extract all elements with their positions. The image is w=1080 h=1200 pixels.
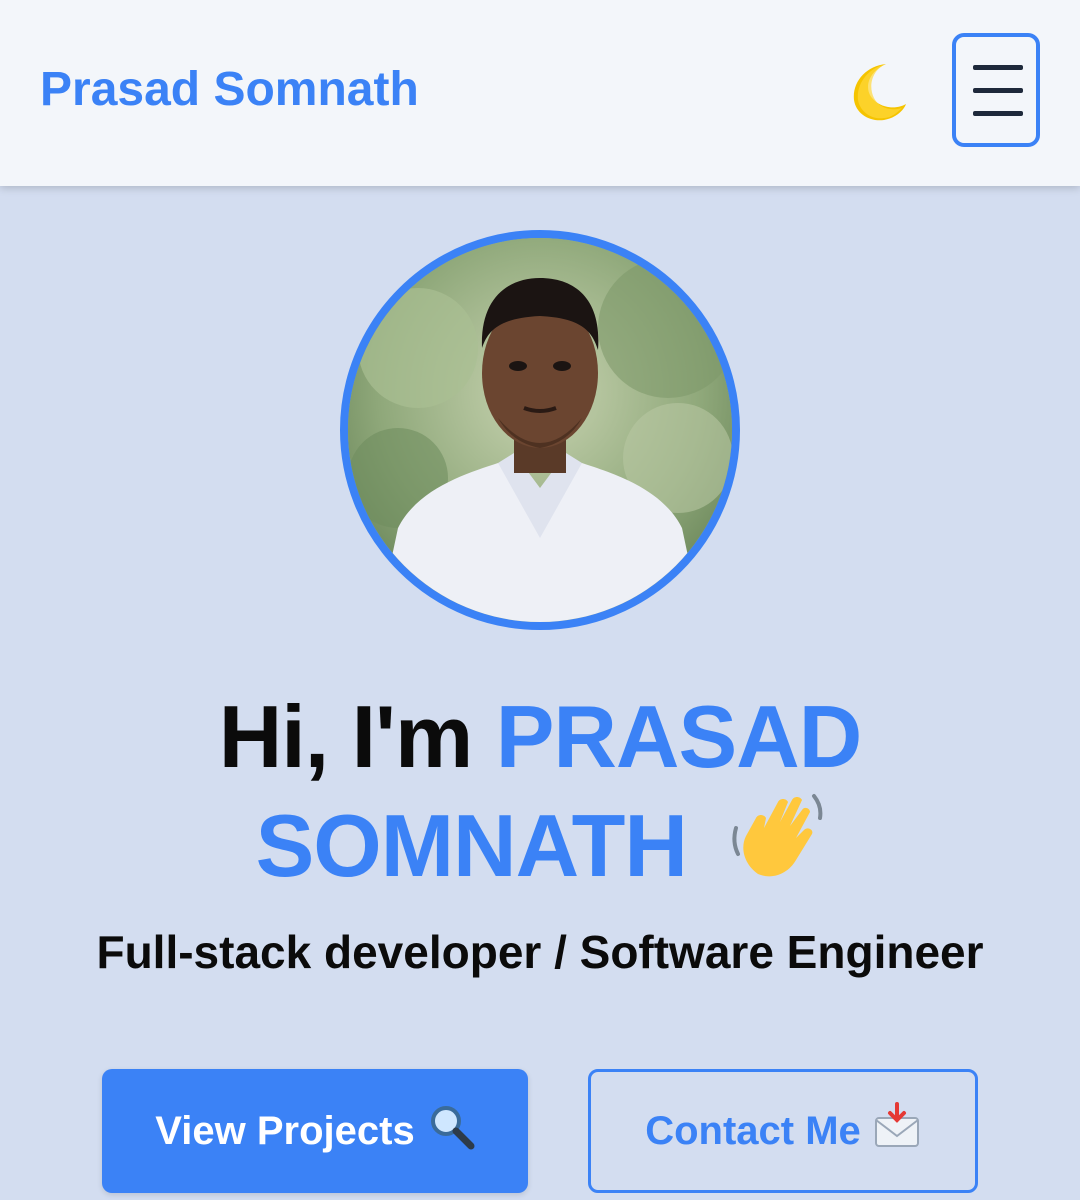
magnifying-glass-icon bbox=[427, 1102, 475, 1160]
view-projects-button[interactable]: View Projects bbox=[102, 1069, 528, 1193]
view-projects-label: View Projects bbox=[155, 1108, 415, 1153]
hero-heading: Hi, I'm PRASAD SOMNATH bbox=[0, 686, 1080, 905]
avatar bbox=[348, 238, 732, 622]
name-line2: SOMNATH bbox=[255, 796, 688, 895]
menu-button[interactable] bbox=[952, 33, 1040, 147]
top-navbar: Prasad Somnath bbox=[0, 0, 1080, 186]
waving-hand-icon bbox=[728, 788, 824, 905]
crescent-moon-icon bbox=[853, 64, 906, 121]
hero-section: Hi, I'm PRASAD SOMNATH Full-stack develo… bbox=[0, 186, 1080, 1200]
envelope-arrow-icon bbox=[873, 1102, 921, 1160]
theme-toggle[interactable] bbox=[846, 60, 910, 124]
brand-name[interactable]: Prasad Somnath bbox=[40, 62, 419, 118]
greeting-text: Hi, I'm bbox=[218, 687, 474, 786]
hamburger-menu-icon bbox=[973, 65, 1023, 70]
contact-me-label: Contact Me bbox=[645, 1108, 861, 1153]
name-line1: PRASAD bbox=[495, 687, 863, 786]
profile-photo bbox=[340, 230, 740, 630]
contact-me-button[interactable]: Contact Me bbox=[588, 1069, 978, 1193]
hamburger-menu-icon bbox=[973, 88, 1023, 93]
hamburger-menu-icon bbox=[973, 111, 1023, 116]
hero-subtitle: Full-stack developer / Software Engineer bbox=[96, 926, 984, 978]
